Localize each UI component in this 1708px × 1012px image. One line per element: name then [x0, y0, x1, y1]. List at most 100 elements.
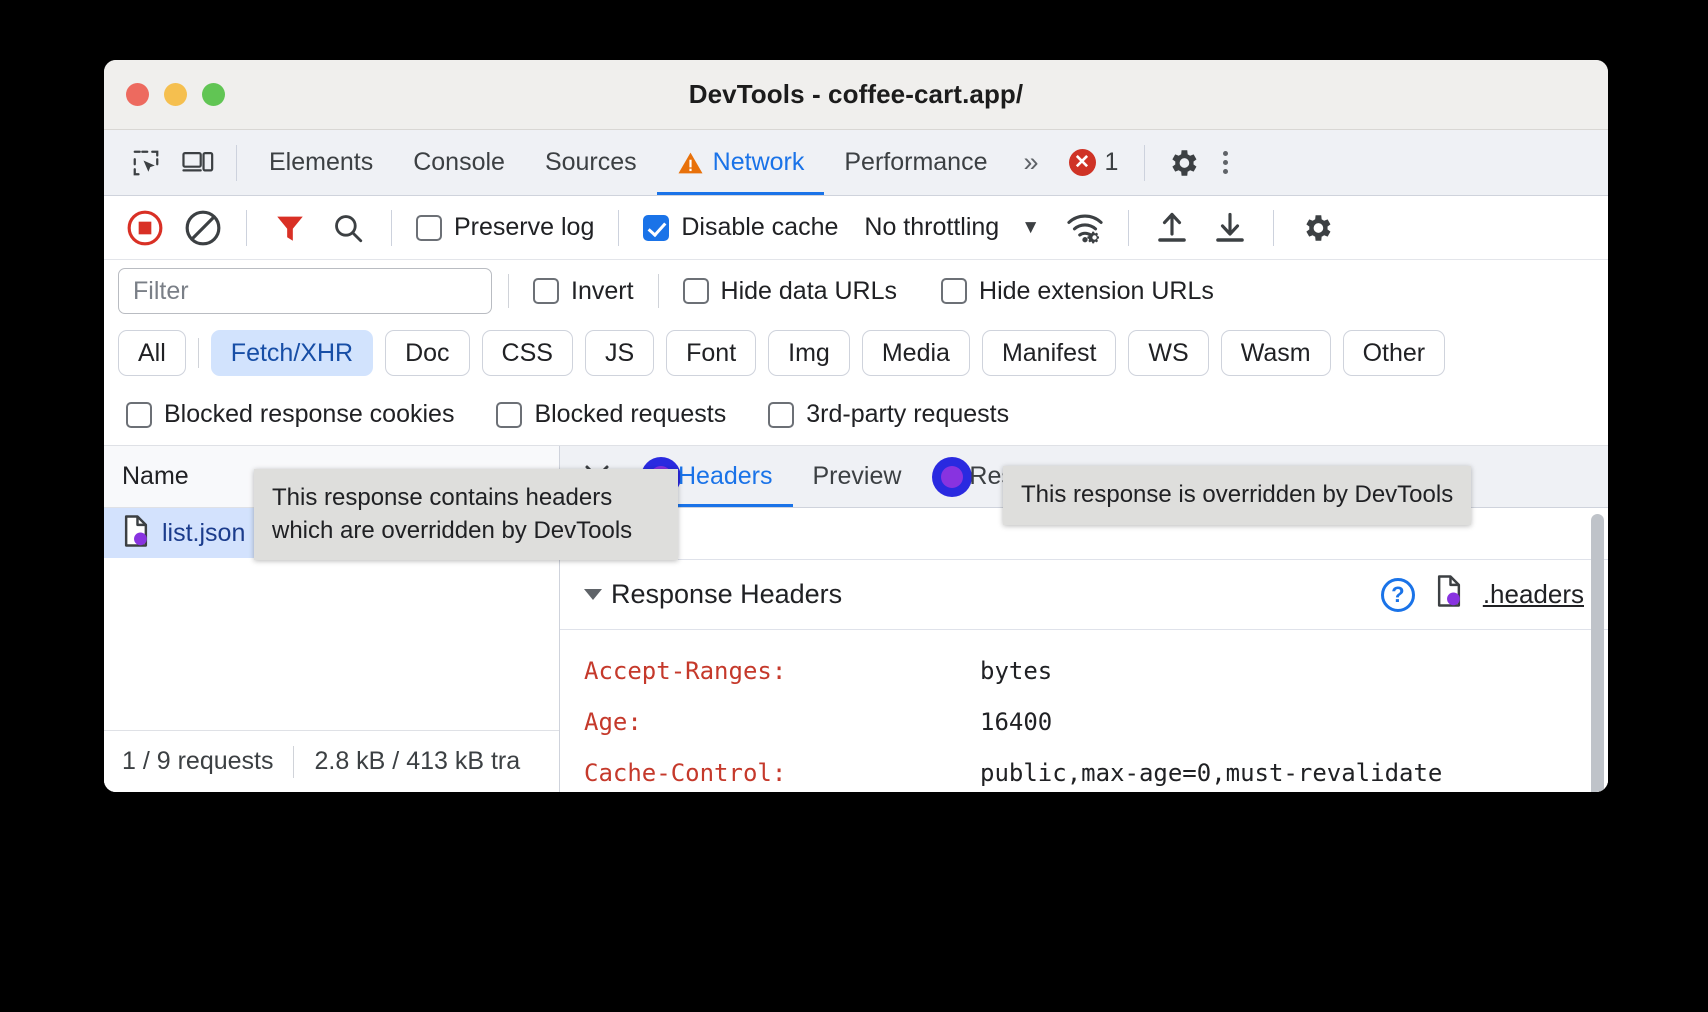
chip-manifest[interactable]: Manifest — [982, 330, 1116, 376]
chip-doc[interactable]: Doc — [385, 330, 469, 376]
hide-data-urls-label: Hide data URLs — [721, 277, 897, 306]
chip-other[interactable]: Other — [1343, 330, 1446, 376]
window-title: DevTools - coffee-cart.app/ — [104, 79, 1608, 110]
error-count-badge[interactable]: ✕ 1 — [1055, 148, 1133, 177]
chip-all[interactable]: All — [118, 330, 186, 376]
device-toolbar-icon[interactable] — [172, 137, 224, 189]
tab-console-label: Console — [413, 148, 505, 177]
tab-sources-label: Sources — [545, 148, 637, 177]
override-indicator-dot-response — [941, 466, 963, 488]
chip-ws[interactable]: WS — [1128, 330, 1208, 376]
tab-network[interactable]: Network — [657, 131, 825, 195]
json-document-overridden-icon — [122, 515, 150, 552]
request-name-label: list.json — [162, 519, 245, 548]
window-titlebar: DevTools - coffee-cart.app/ — [104, 60, 1608, 130]
invert-checkbox[interactable]: Invert — [525, 277, 642, 306]
toolbar-divider-6 — [1128, 210, 1129, 246]
header-name: Accept-Ranges: — [584, 652, 980, 691]
tab-preview[interactable]: Preview — [793, 447, 922, 507]
preserve-log-checkbox[interactable]: Preserve log — [408, 213, 602, 242]
third-party-requests-checkbox[interactable]: 3rd-party requests — [760, 400, 1043, 429]
blocked-requests-checkbox[interactable]: Blocked requests — [488, 400, 760, 429]
inspect-element-icon[interactable] — [120, 137, 172, 189]
disable-cache-checkbox[interactable]: Disable cache — [635, 213, 846, 242]
filter-divider — [508, 274, 509, 308]
tab-performance[interactable]: Performance — [824, 131, 1007, 195]
header-row: Cache-Control: public,max-age=0,must-rev… — [560, 748, 1608, 792]
hide-data-urls-checkbox[interactable]: Hide data URLs — [675, 277, 905, 306]
tab-headers-label: Headers — [678, 462, 773, 491]
filter-divider-2 — [658, 274, 659, 308]
chip-divider — [198, 338, 199, 368]
chip-img[interactable]: Img — [768, 330, 850, 376]
disable-cache-box — [643, 215, 669, 241]
section-actions: ? .headers — [1381, 575, 1584, 614]
chevron-down-icon[interactable]: ▼ — [1003, 217, 1054, 239]
tab-performance-label: Performance — [844, 148, 987, 177]
headers-override-tooltip: This response contains headers which are… — [254, 469, 678, 560]
toolbar-divider-4 — [391, 210, 392, 246]
response-headers-table: Accept-Ranges: bytes Age: 16400 Cache-Co… — [560, 630, 1608, 792]
response-headers-section-header: Response Headers ? .headers — [560, 560, 1608, 630]
network-status-bar: 1 / 9 requests 2.8 kB / 413 kB tra — [104, 730, 559, 792]
blocked-requests-label: Blocked requests — [534, 400, 726, 429]
tab-sources[interactable]: Sources — [525, 131, 657, 195]
network-settings-gear-icon[interactable] — [1290, 201, 1344, 255]
search-icon[interactable] — [321, 201, 375, 255]
import-har-icon[interactable] — [1145, 201, 1199, 255]
export-har-icon[interactable] — [1203, 201, 1257, 255]
warning-triangle-icon — [677, 151, 704, 175]
header-row: Accept-Ranges: bytes — [560, 646, 1608, 697]
headers-file-icon — [1435, 575, 1463, 614]
record-button[interactable] — [118, 201, 172, 255]
invert-box — [533, 278, 559, 304]
network-toolbar: Preserve log Disable cache No throttling… — [104, 196, 1608, 260]
response-headers-title: Response Headers — [611, 579, 842, 610]
vertical-scrollbar[interactable] — [1591, 514, 1604, 792]
chip-font[interactable]: Font — [666, 330, 756, 376]
tab-elements-label: Elements — [269, 148, 373, 177]
preserve-log-label: Preserve log — [454, 213, 594, 242]
blocked-response-cookies-checkbox[interactable]: Blocked response cookies — [118, 400, 488, 429]
clear-log-button[interactable] — [176, 201, 230, 255]
filter-input[interactable] — [118, 268, 492, 314]
triangle-down-icon[interactable] — [584, 589, 602, 600]
third-party-requests-box — [768, 402, 794, 428]
gear-icon[interactable] — [1157, 137, 1209, 189]
header-value[interactable]: bytes — [980, 652, 1052, 691]
network-conditions-icon[interactable] — [1058, 201, 1112, 255]
blocked-response-cookies-label: Blocked response cookies — [164, 400, 454, 429]
throttling-select[interactable]: No throttling — [850, 213, 999, 242]
headers-file-link[interactable]: .headers — [1483, 579, 1584, 610]
chip-wasm[interactable]: Wasm — [1221, 330, 1331, 376]
tab-network-label: Network — [713, 148, 805, 177]
hide-extension-urls-checkbox[interactable]: Hide extension URLs — [933, 277, 1222, 306]
blocked-response-cookies-box — [126, 402, 152, 428]
header-value[interactable]: public,max-age=0,must-revalidate — [980, 754, 1442, 792]
toolbar-divider-7 — [1273, 210, 1274, 246]
devtools-window: DevTools - coffee-cart.app/ Elements Con… — [104, 60, 1608, 792]
blocked-requests-box — [496, 402, 522, 428]
header-value[interactable]: 16400 — [980, 703, 1052, 742]
chip-fetch-xhr[interactable]: Fetch/XHR — [211, 330, 373, 376]
toolbar-divider-2 — [1144, 145, 1145, 181]
third-party-requests-label: 3rd-party requests — [806, 400, 1009, 429]
disable-cache-label: Disable cache — [681, 213, 838, 242]
header-row: Age: 16400 — [560, 697, 1608, 748]
chip-media[interactable]: Media — [862, 330, 970, 376]
response-override-tooltip: This response is overridden by DevTools — [1003, 466, 1471, 525]
tab-console[interactable]: Console — [393, 131, 525, 195]
tab-elements[interactable]: Elements — [249, 131, 393, 195]
filter-icon[interactable] — [263, 201, 317, 255]
chip-js[interactable]: JS — [585, 330, 654, 376]
chip-css[interactable]: CSS — [482, 330, 573, 376]
toolbar-divider — [236, 145, 237, 181]
hide-extension-urls-label: Hide extension URLs — [979, 277, 1214, 306]
more-tabs-icon[interactable]: » — [1007, 147, 1054, 178]
resource-type-filters: All Fetch/XHR Doc CSS JS Font Img Media … — [104, 322, 1608, 384]
hide-data-urls-box — [683, 278, 709, 304]
detail-scroll-area: General Response Headers ? — [560, 508, 1608, 792]
toolbar-divider-3 — [246, 210, 247, 246]
help-icon[interactable]: ? — [1381, 578, 1415, 612]
more-options-icon[interactable] — [1209, 151, 1242, 174]
